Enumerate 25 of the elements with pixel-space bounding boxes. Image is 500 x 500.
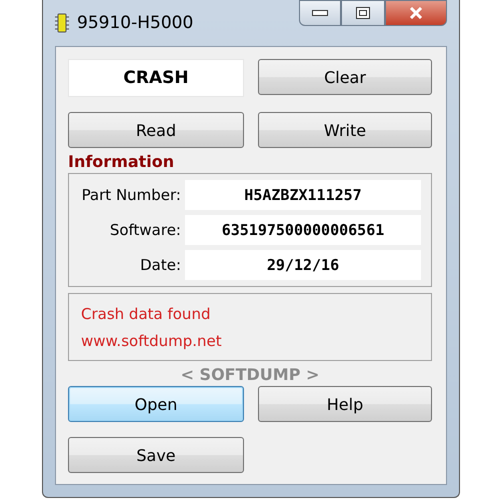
field-label: Date: bbox=[139, 256, 181, 274]
maximize-button[interactable] bbox=[341, 0, 385, 26]
window-title: 95910-H5000 bbox=[77, 13, 194, 33]
chip-icon bbox=[55, 13, 69, 33]
action-button[interactable]: Help bbox=[258, 386, 432, 422]
close-button[interactable] bbox=[385, 0, 447, 26]
action-button[interactable]: Open bbox=[68, 386, 244, 422]
action-button[interactable]: Write bbox=[258, 112, 432, 148]
brand-label: < SOFTDUMP > bbox=[180, 365, 320, 384]
maximize-icon bbox=[356, 7, 370, 19]
close-icon bbox=[409, 7, 423, 19]
value-field[interactable]: H5AZBZX111257 bbox=[185, 180, 421, 210]
minimize-icon bbox=[312, 10, 328, 16]
value-field[interactable]: 29/12/16 bbox=[185, 250, 421, 280]
section-title: Information bbox=[68, 152, 176, 171]
action-button[interactable]: Clear bbox=[258, 59, 432, 95]
value-field[interactable]: 635197500000006561 bbox=[185, 215, 421, 245]
field-label: Part Number: bbox=[80, 186, 181, 204]
field-label: Software: bbox=[108, 221, 181, 239]
action-button[interactable]: Read bbox=[68, 112, 244, 148]
message-text: www.softdump.net bbox=[81, 332, 223, 350]
mode-field[interactable]: CRASH bbox=[68, 59, 244, 97]
action-button[interactable]: Save bbox=[68, 437, 244, 473]
message-text: Crash data found bbox=[81, 304, 212, 322]
minimize-button[interactable] bbox=[299, 0, 341, 26]
